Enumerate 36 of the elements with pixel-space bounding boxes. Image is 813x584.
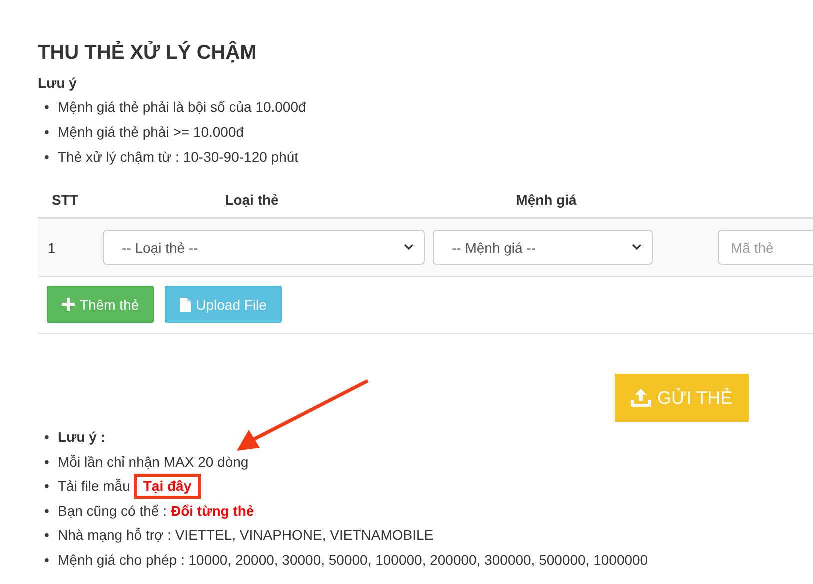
info-text: Nhà mạng hỗ trợ : VIETTEL, VINAPHONE, VIETNAMOBILE [58,527,434,543]
plus-icon [62,298,75,311]
column-header: Mệnh giá [515,192,578,208]
bullet: • [44,526,50,545]
note-item: Thẻ xử lý chậm từ : 10-30-90-120 phút [58,148,299,167]
note-item: Mệnh giá thẻ phải là bội số của 10.000đ [58,98,306,117]
bullet: • [44,550,50,570]
info-text: Mỗi lần chỉ nhận MAX 20 dòng [58,454,249,470]
card-code-field[interactable]: Mã thẻ [718,230,813,265]
action-button[interactable]: Thêm thẻ [47,286,154,323]
action-button[interactable]: Upload File [165,286,282,323]
bullet: • [44,477,50,496]
bullet: • [44,452,50,472]
chevron-down-icon [632,244,642,251]
row-number: 1 [47,240,57,256]
card-type-select[interactable]: -- Loại thẻ -- [103,230,425,265]
column-header: STT [51,192,80,208]
note-heading: Lưu ý [38,74,78,93]
note-item: Mệnh giá thẻ phải >= 10.000đ [58,123,244,142]
bullet: • [44,123,50,142]
bullet: • [44,502,50,520]
chevron-down-icon [404,244,414,251]
info-text: Tải file mẫu [58,478,130,494]
file-icon [180,298,192,312]
bullet: • [44,428,50,447]
bullet: • [44,148,50,167]
upload-icon [631,389,652,407]
column-header: Loại thẻ [224,192,280,208]
value-select[interactable]: -- Mệnh giá -- [433,230,653,265]
info-link[interactable]: Tại đây [134,474,201,499]
info-link[interactable]: Đổi từng thẻ [170,502,254,518]
info-text: Bạn cũng có thể : [58,502,167,518]
info-heading: Lưu ý : [58,429,106,445]
info-text: Mệnh giá cho phép : 10000, 20000, 30000, 50000, 100000, 200000, 300000, 500000, 1000000 [58,552,648,568]
page-title: THU THẺ XỬ LÝ CHẬM [38,40,258,65]
bullet: • [44,98,50,117]
